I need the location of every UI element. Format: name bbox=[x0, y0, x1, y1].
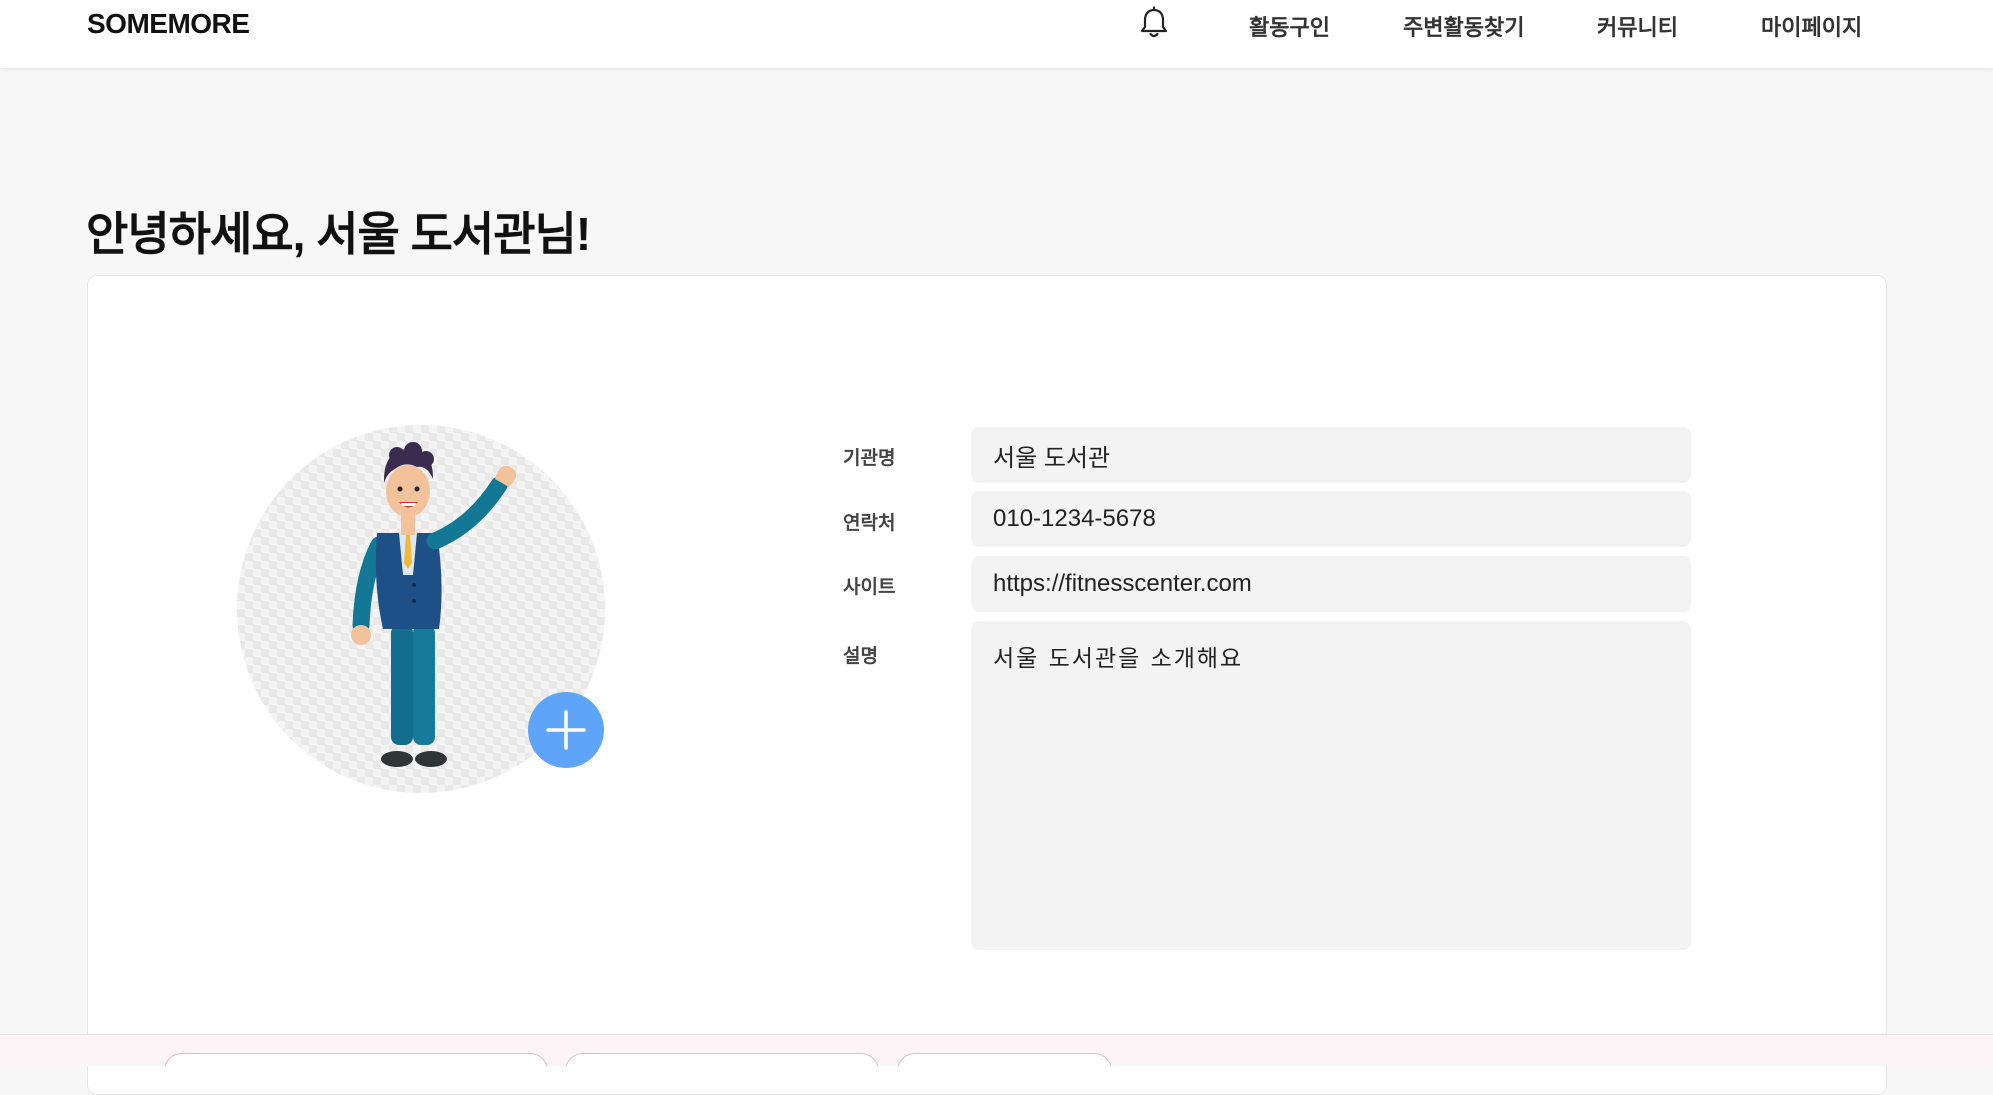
contact-label: 연락처 bbox=[843, 513, 896, 534]
top-navigation: SOMEMORE 활동구인 주변활동찾기 커뮤니티 마이페이지 bbox=[0, 0, 1993, 68]
bell-icon[interactable] bbox=[1137, 6, 1171, 42]
bottom-chip[interactable] bbox=[897, 1053, 1112, 1066]
bottom-bar bbox=[0, 1034, 1993, 1066]
nav-item-community[interactable]: 커뮤니티 bbox=[1597, 10, 1678, 42]
nav-item-nearby-activities[interactable]: 주변활동찾기 bbox=[1403, 10, 1524, 42]
contact-field[interactable] bbox=[971, 491, 1691, 547]
nav-item-job-posting[interactable]: 활동구인 bbox=[1249, 10, 1330, 42]
description-field[interactable]: 서울 도서관을 소개해요 bbox=[971, 621, 1691, 950]
organization-name-field[interactable] bbox=[971, 427, 1691, 483]
add-photo-button[interactable] bbox=[528, 692, 604, 768]
bottom-chip[interactable] bbox=[565, 1053, 879, 1066]
nav-item-mypage[interactable]: 마이페이지 bbox=[1761, 10, 1862, 42]
site-label: 사이트 bbox=[843, 577, 896, 598]
site-field[interactable] bbox=[971, 556, 1691, 612]
bottom-chip[interactable] bbox=[164, 1053, 548, 1066]
description-label: 설명 bbox=[843, 646, 878, 667]
page-title: 안녕하세요, 서울 도서관님! bbox=[86, 208, 591, 260]
plus-icon bbox=[546, 710, 586, 750]
logo[interactable]: SOMEMORE bbox=[87, 8, 250, 40]
organization-name-label: 기관명 bbox=[843, 448, 896, 469]
